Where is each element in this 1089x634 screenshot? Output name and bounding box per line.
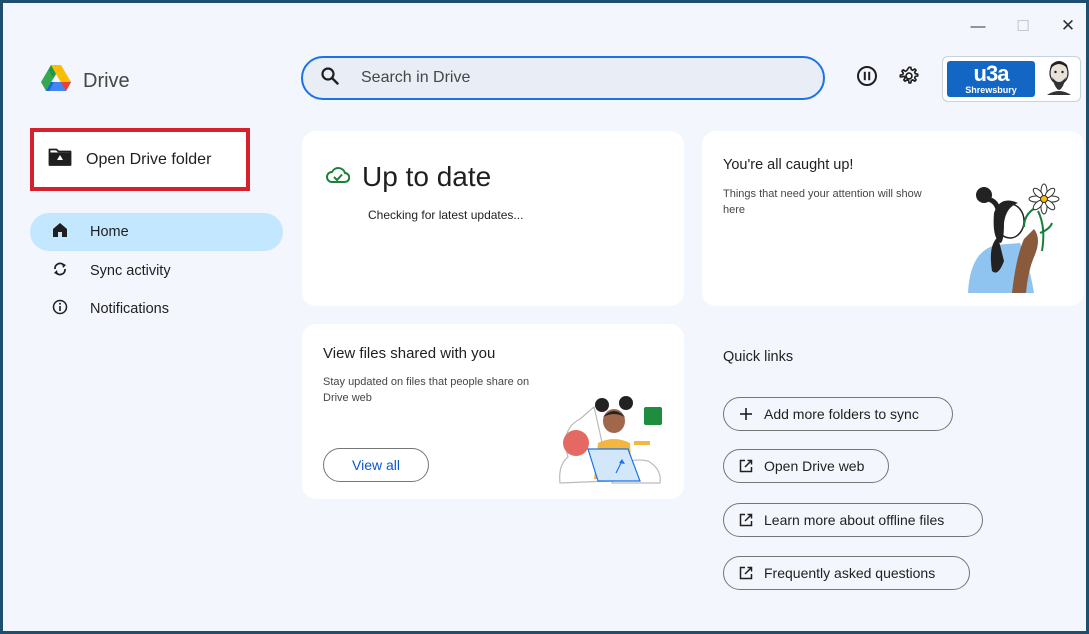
search-bar[interactable] [301,56,825,100]
drive-logo-icon [41,65,71,97]
add-folders-button[interactable]: Add more folders to sync [723,397,953,431]
pause-sync-button[interactable] [854,65,880,91]
caught-up-title: You're all caught up! [723,157,854,173]
learn-offline-files-button[interactable]: Learn more about offline files [723,503,983,537]
sync-status-subtitle: Checking for latest updates... [368,208,524,222]
open-external-icon [738,458,754,474]
maximize-button[interactable]: ☐ [1003,11,1043,41]
view-all-button[interactable]: View all [323,448,429,482]
app-logo: Drive [41,65,130,97]
account-button[interactable]: u3a Shrewsbury [942,56,1081,102]
faq-button[interactable]: Frequently asked questions [723,556,970,590]
caught-up-subtitle: Things that need your attention will sho… [723,188,922,216]
quick-link-label: Frequently asked questions [764,565,936,581]
open-external-icon [738,565,754,581]
minimize-button[interactable]: — [958,11,998,41]
sidebar-item-label: Sync activity [90,263,171,279]
search-input[interactable] [359,68,783,88]
close-button[interactable]: ✕ [1048,11,1086,41]
quick-link-label: Open Drive web [764,458,865,474]
app-name: Drive [83,69,130,92]
shared-files-title: View files shared with you [323,345,496,362]
sidebar-item-notifications[interactable]: Notifications [30,290,283,328]
sidebar-item-sync-activity[interactable]: Sync activity [30,252,283,290]
info-icon [52,299,68,319]
woman-with-flower-illustration [964,181,1064,298]
home-icon [52,222,68,242]
caught-up-card: You're all caught up! Things that need y… [702,131,1084,306]
sidebar-item-label: Home [90,224,129,240]
avatar [1043,59,1075,100]
quick-link-label: Add more folders to sync [764,406,919,422]
sync-status-card: Up to date Checking for latest updates..… [302,131,684,306]
sync-icon [52,261,68,281]
quick-link-label: Learn more about offline files [764,512,945,528]
open-drive-folder-button[interactable]: Open Drive folder [30,128,250,191]
open-drive-web-button[interactable]: Open Drive web [723,449,889,483]
sync-status-title: Up to date [362,161,492,192]
shared-files-subtitle: Stay updated on files that people share … [323,376,530,404]
pause-icon [856,65,878,92]
person-with-folder-illustration [558,389,668,490]
open-external-icon [738,512,754,528]
sidebar-item-label: Notifications [90,301,169,317]
quick-links-title: Quick links [723,349,794,365]
open-drive-folder-label: Open Drive folder [86,150,212,168]
settings-button[interactable] [896,65,922,91]
folder-icon [48,147,72,172]
plus-icon [738,406,754,422]
shared-files-card: View files shared with you Stay updated … [302,324,684,499]
sidebar-item-home[interactable]: Home [30,213,283,251]
search-icon [321,66,339,90]
gear-icon [898,65,920,92]
organisation-logo: u3a Shrewsbury [947,61,1035,97]
drive-window: — ☐ ✕ Drive Search in Drive u3a Shrewsbu… [0,0,1089,634]
cloud-check-icon [326,166,351,189]
